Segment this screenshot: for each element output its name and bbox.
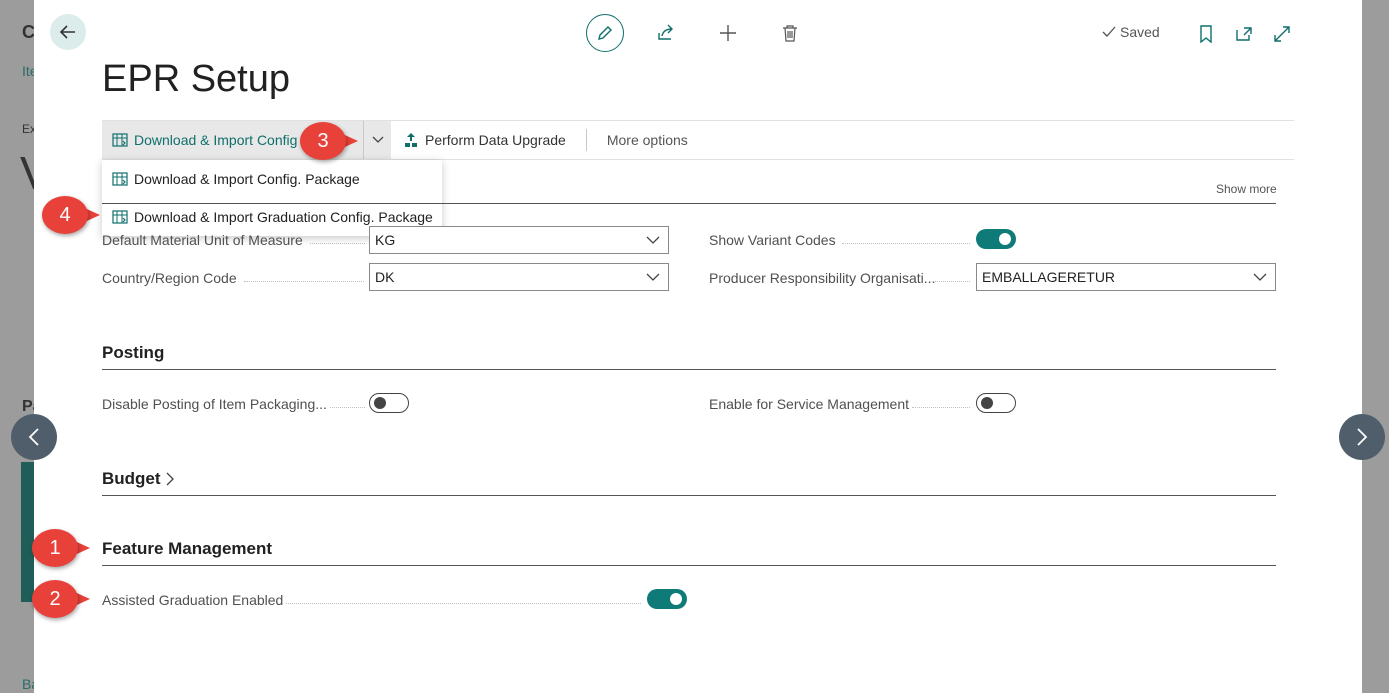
menu-item-download-import-config-package[interactable]: Download & Import Config. Package <box>102 160 442 198</box>
assisted-graduation-label: Assisted Graduation Enabled <box>102 592 284 608</box>
callout-2: 2 <box>32 580 92 618</box>
posting-section-title[interactable]: Posting <box>102 343 164 363</box>
feature-management-divider <box>102 565 1276 566</box>
delete-button[interactable] <box>778 21 802 45</box>
open-new-window-button[interactable] <box>1232 22 1256 46</box>
chevron-down-icon <box>1253 273 1267 281</box>
checkmark-icon <box>1102 26 1116 37</box>
open-in-new-window-icon <box>1236 27 1252 41</box>
pencil-icon <box>598 26 612 40</box>
budget-section-title: Budget <box>102 469 161 488</box>
show-variant-codes-toggle[interactable] <box>976 229 1016 249</box>
config-package-icon <box>112 133 128 147</box>
producer-org-label: Producer Responsibility Organisati... <box>709 270 936 286</box>
expand-button[interactable] <box>1270 22 1294 46</box>
record-toolbar <box>586 14 802 52</box>
edit-button[interactable] <box>586 14 624 52</box>
feature-management-section-title[interactable]: Feature Management <box>102 539 272 559</box>
service-management-label: Enable for Service Management <box>709 396 909 412</box>
chevron-right-icon <box>166 472 174 486</box>
download-import-config-label: Download & Import Config <box>134 132 298 148</box>
default-uom-value: KG <box>375 232 396 248</box>
toggle-knob <box>981 396 993 409</box>
data-upgrade-icon <box>405 133 417 147</box>
more-options-button[interactable]: More options <box>587 132 688 148</box>
leader-dots <box>935 281 970 282</box>
bookmark-button[interactable] <box>1194 22 1218 46</box>
country-code-label: Country/Region Code <box>102 270 237 286</box>
menu-item-label: Download & Import Graduation Config. Pac… <box>134 209 433 225</box>
previous-record-button[interactable] <box>11 414 57 460</box>
callout-1: 1 <box>32 529 92 567</box>
callout-number: 2 <box>32 580 78 618</box>
chevron-down-icon <box>646 273 660 281</box>
menu-item-label: Download & Import Config. Package <box>134 171 360 187</box>
config-package-icon <box>112 210 128 224</box>
saved-status: Saved <box>1102 24 1160 40</box>
budget-section-divider <box>102 495 1276 496</box>
plus-icon <box>720 25 736 41</box>
producer-org-value: EMBALLAGERETUR <box>982 269 1116 285</box>
general-section-divider <box>102 203 1276 204</box>
new-button[interactable] <box>716 21 740 45</box>
download-import-split-button[interactable] <box>363 121 391 159</box>
back-button[interactable] <box>50 14 86 50</box>
download-import-dropdown: Download & Import Config. Package Downlo… <box>102 160 442 236</box>
leader-dots <box>912 407 970 408</box>
producer-org-select[interactable]: EMBALLAGERETUR <box>976 263 1276 291</box>
leader-dots <box>330 407 365 408</box>
chevron-right-icon <box>1357 428 1368 446</box>
leader-dots <box>286 603 641 604</box>
toggle-knob <box>374 396 386 409</box>
chevron-down-icon <box>372 136 383 143</box>
action-bar: Download & Import Config Perform Data Up… <box>102 120 1294 160</box>
callout-number: 3 <box>300 122 346 160</box>
posting-section-divider <box>102 369 1276 370</box>
arrow-left-icon <box>59 25 75 39</box>
page-title: EPR Setup <box>102 58 290 100</box>
toggle-knob <box>670 593 682 605</box>
next-record-button[interactable] <box>1339 414 1385 460</box>
trash-icon <box>783 25 797 42</box>
perform-data-upgrade-action[interactable]: Perform Data Upgrade <box>391 128 586 152</box>
default-uom-label: Default Material Unit of Measure <box>102 232 303 248</box>
saved-label: Saved <box>1120 24 1160 40</box>
config-package-icon <box>112 172 128 186</box>
window-controls <box>1194 22 1294 46</box>
bookmark-icon <box>1200 25 1212 43</box>
perform-data-upgrade-label: Perform Data Upgrade <box>425 132 566 148</box>
callout-number: 1 <box>32 529 78 567</box>
leader-dots <box>310 243 365 244</box>
callout-3: 3 <box>300 122 360 160</box>
chevron-left-icon <box>28 428 39 446</box>
toggle-knob <box>999 233 1011 245</box>
service-management-toggle[interactable] <box>976 393 1016 413</box>
assisted-graduation-toggle[interactable] <box>647 589 687 609</box>
share-icon <box>658 24 673 40</box>
share-button[interactable] <box>654 21 678 45</box>
show-more-link[interactable]: Show more <box>1216 182 1277 196</box>
chevron-down-icon <box>646 236 660 244</box>
budget-section-header[interactable]: Budget <box>102 469 175 489</box>
callout-4: 4 <box>42 196 102 234</box>
country-code-value: DK <box>375 269 395 285</box>
callout-number: 4 <box>42 196 88 234</box>
leader-dots <box>842 243 970 244</box>
epr-setup-dialog <box>34 0 1362 693</box>
leader-dots <box>244 281 364 282</box>
expand-icon <box>1274 26 1290 42</box>
default-uom-select[interactable]: KG <box>369 226 669 254</box>
country-code-select[interactable]: DK <box>369 263 669 291</box>
show-variant-codes-label: Show Variant Codes <box>709 232 836 248</box>
disable-posting-label: Disable Posting of Item Packaging... <box>102 396 327 412</box>
disable-posting-toggle[interactable] <box>369 393 409 413</box>
